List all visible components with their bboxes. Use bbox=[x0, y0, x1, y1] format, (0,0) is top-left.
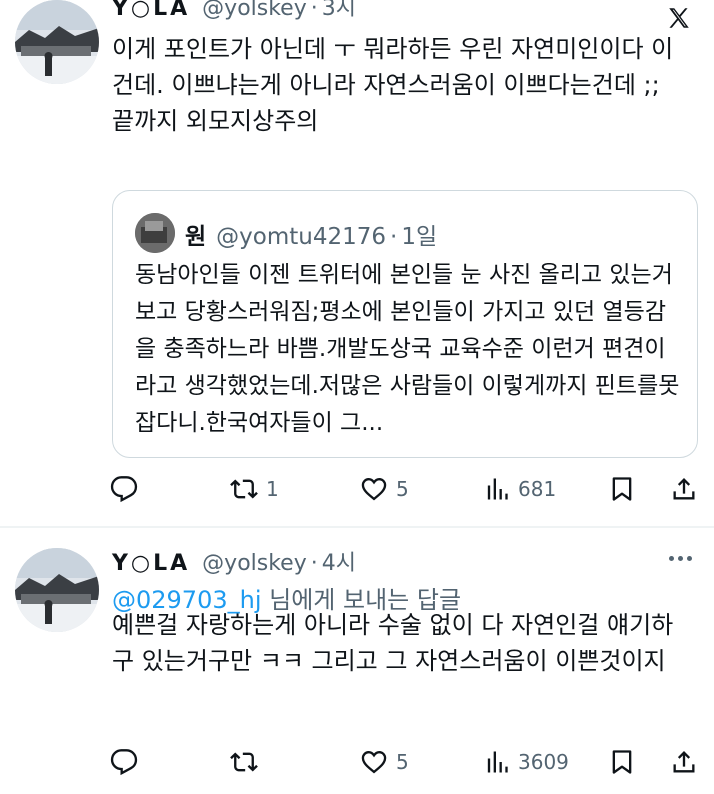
username[interactable]: @yolskey bbox=[202, 551, 307, 576]
tweet[interactable]: Y○LA @yolskey · 3시 이게 포인트가 아닌데 ㅜ 뭐라하든 우린… bbox=[0, 0, 714, 527]
reply-button[interactable] bbox=[110, 745, 146, 779]
views-icon bbox=[487, 751, 508, 773]
timestamp[interactable]: 4시 bbox=[322, 545, 356, 577]
reply-icon bbox=[110, 749, 138, 776]
display-name[interactable]: Y○LA bbox=[112, 0, 190, 21]
avatar[interactable] bbox=[15, 0, 99, 84]
bookmark-button[interactable] bbox=[608, 745, 636, 779]
tweet-header: Y○LA @yolskey · 3시 bbox=[112, 0, 356, 22]
share-button[interactable] bbox=[670, 472, 698, 506]
bookmark-icon bbox=[612, 477, 632, 501]
share-button[interactable] bbox=[670, 745, 698, 779]
x-logo-icon bbox=[669, 8, 689, 28]
quote-header: 원 @yomtu42176 · 1일 bbox=[185, 217, 437, 251]
share-icon bbox=[673, 478, 695, 500]
username[interactable]: @yolskey bbox=[202, 0, 307, 21]
display-name[interactable]: Y○LA bbox=[112, 551, 190, 576]
like-count: 5 bbox=[396, 477, 409, 501]
views-count: 681 bbox=[518, 477, 557, 501]
separator-dot: · bbox=[390, 224, 398, 250]
views-button[interactable]: 3609 bbox=[482, 745, 569, 779]
views-button[interactable]: 681 bbox=[482, 472, 556, 506]
reply-icon bbox=[110, 476, 138, 503]
avatar[interactable] bbox=[15, 548, 99, 632]
separator-dot: · bbox=[310, 0, 318, 21]
reply-button[interactable] bbox=[110, 472, 146, 506]
retweet-button[interactable]: 1 bbox=[230, 472, 279, 506]
like-icon bbox=[361, 751, 387, 774]
share-icon bbox=[673, 751, 695, 773]
like-icon bbox=[361, 478, 387, 501]
tweet-header: Y○LA @yolskey · 4시 bbox=[112, 545, 356, 577]
views-icon bbox=[487, 478, 508, 500]
quote-timestamp[interactable]: 1일 bbox=[401, 217, 437, 251]
tweet[interactable]: Y○LA @yolskey · 4시 @029703_hj 님에게 보내는 답글… bbox=[0, 528, 714, 794]
timestamp[interactable]: 3시 bbox=[322, 0, 356, 22]
separator-dot: · bbox=[310, 551, 318, 576]
quote-tweet[interactable]: 원 @yomtu42176 · 1일 동남아인들 이젠 트위터에 본인들 눈 사… bbox=[112, 190, 698, 458]
bookmark-icon bbox=[612, 750, 632, 774]
quote-display-name[interactable]: 원 bbox=[185, 217, 206, 251]
quote-username[interactable]: @yomtu42176 bbox=[216, 224, 386, 250]
like-button[interactable]: 5 bbox=[360, 472, 409, 506]
quote-text: 동남아인들 이젠 트위터에 본인들 눈 사진 올리고 있는거 보고 당황스러워짐… bbox=[135, 262, 680, 436]
tweet-text: 예쁜걸 자랑하는게 아니라 수술 없이 다 자연인걸 얘기하구 있는거구만 ㅋㅋ… bbox=[112, 611, 674, 675]
quote-avatar[interactable] bbox=[135, 213, 175, 253]
more-icon[interactable] bbox=[669, 556, 692, 561]
action-bar: 1 5 681 bbox=[110, 472, 700, 506]
retweet-icon bbox=[230, 752, 258, 772]
like-count: 5 bbox=[396, 750, 409, 774]
tweet-text: 이게 포인트가 아닌데 ㅜ 뭐라하든 우린 자연미인이다 이건데. 이쁘냐는게 … bbox=[112, 35, 674, 135]
retweet-count: 1 bbox=[266, 477, 279, 501]
views-count: 3609 bbox=[518, 750, 569, 774]
like-button[interactable]: 5 bbox=[360, 745, 409, 779]
bookmark-button[interactable] bbox=[608, 472, 636, 506]
retweet-icon bbox=[230, 479, 258, 499]
action-bar: 5 3609 bbox=[110, 745, 700, 779]
retweet-button[interactable] bbox=[230, 745, 266, 779]
